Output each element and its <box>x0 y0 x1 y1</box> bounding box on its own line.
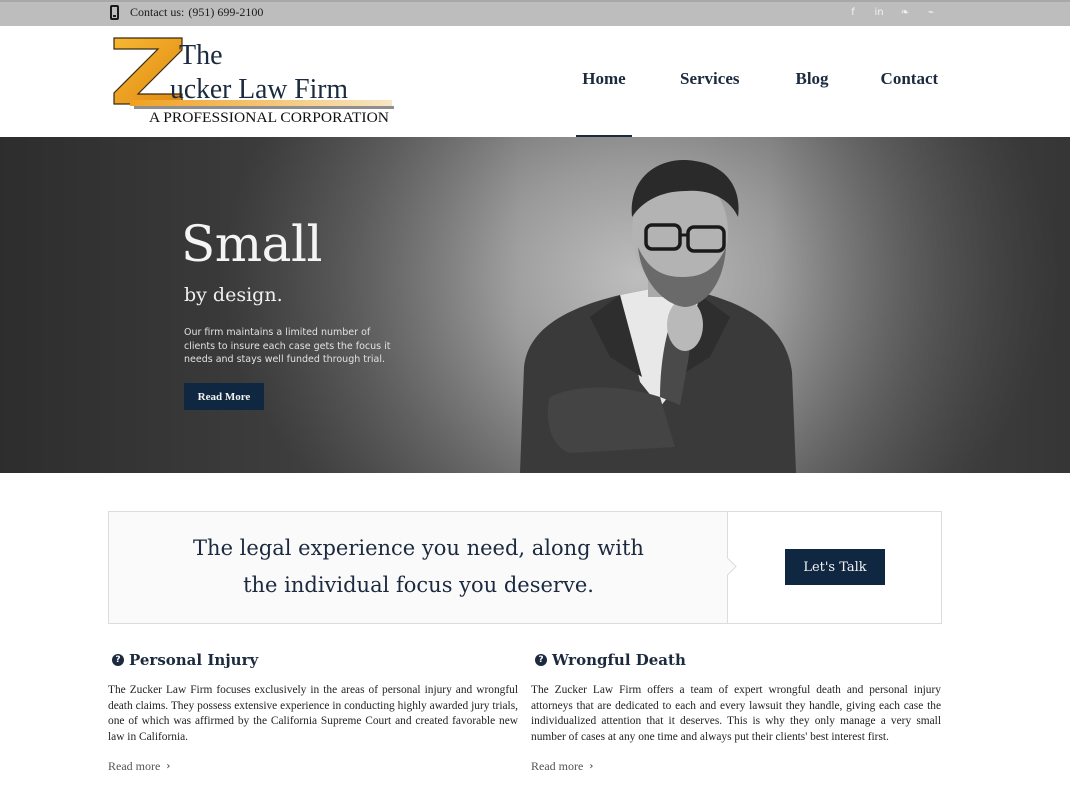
logo-tagline: A PROFESSIONAL CORPORATION <box>149 110 390 126</box>
logo-firm-name: ucker Law Firm <box>170 73 348 105</box>
question-circle-icon: ? <box>112 654 124 666</box>
contact-info: Contact us: (951) 699-2100 <box>110 5 263 20</box>
read-more-link[interactable]: Read more › <box>108 759 170 774</box>
read-more-link[interactable]: Read more › <box>531 759 593 774</box>
service-wrongful-death: ? Wrongful Death The Zucker Law Firm off… <box>531 647 941 773</box>
chevron-right-icon: › <box>166 761 171 772</box>
service-personal-injury: ? Personal Injury The Zucker Law Firm fo… <box>108 647 518 773</box>
top-bar: Contact us: (951) 699-2100 f in ❧ ⌁ <box>0 0 1070 26</box>
hero-title: Small <box>181 215 322 273</box>
hero-description: Our firm maintains a limited number of c… <box>184 327 391 365</box>
site-logo[interactable]: The ucker Law Firm A PROFESSIONAL CORPOR… <box>112 36 397 128</box>
phone-icon <box>110 5 119 20</box>
service-description: The Zucker Law Firm focuses exclusively … <box>108 684 518 743</box>
chevron-right-icon: › <box>589 761 594 772</box>
cta-message-panel: The legal experience you need, along wit… <box>109 512 728 623</box>
cta-line-1: The legal experience you need, along wit… <box>193 536 644 560</box>
service-title: Wrongful Death <box>552 651 686 669</box>
nav-contact[interactable]: Contact <box>881 52 939 137</box>
attorney-portrait-image <box>520 160 796 473</box>
service-heading: ? Personal Injury <box>112 647 518 673</box>
lets-talk-button[interactable]: Let's Talk <box>785 549 885 585</box>
site-header: The ucker Law Firm A PROFESSIONAL CORPOR… <box>0 26 1070 137</box>
logo-the: The <box>179 40 223 71</box>
hero-banner: Small by design. Our firm maintains a li… <box>0 137 1070 473</box>
nav-home[interactable]: Home <box>576 52 632 137</box>
service-heading: ? Wrongful Death <box>535 647 941 673</box>
hero-subtitle: by design. <box>184 284 283 306</box>
phone-number-link[interactable]: (951) 699-2100 <box>188 5 263 20</box>
call-to-action-box: The legal experience you need, along wit… <box>108 511 942 624</box>
read-more-label: Read more <box>531 759 584 773</box>
facebook-icon[interactable]: f <box>848 7 858 18</box>
main-nav: Home Services Blog Contact <box>576 52 938 137</box>
nav-blog[interactable]: Blog <box>795 52 828 137</box>
social-links: f in ❧ ⌁ <box>848 7 936 18</box>
twitter-icon[interactable]: ❧ <box>900 7 910 18</box>
service-title: Personal Injury <box>129 651 259 669</box>
question-circle-icon: ? <box>535 654 547 666</box>
contact-label: Contact us: <box>130 5 185 19</box>
cta-line-2: the individual focus you deserve. <box>243 573 594 597</box>
read-more-label: Read more <box>108 759 161 773</box>
linkedin-icon[interactable]: in <box>874 7 884 18</box>
read-more-button[interactable]: Read More <box>184 383 264 410</box>
rss-icon[interactable]: ⌁ <box>926 7 936 18</box>
nav-services[interactable]: Services <box>680 52 739 137</box>
service-description: The Zucker Law Firm offers a team of exp… <box>531 684 941 743</box>
